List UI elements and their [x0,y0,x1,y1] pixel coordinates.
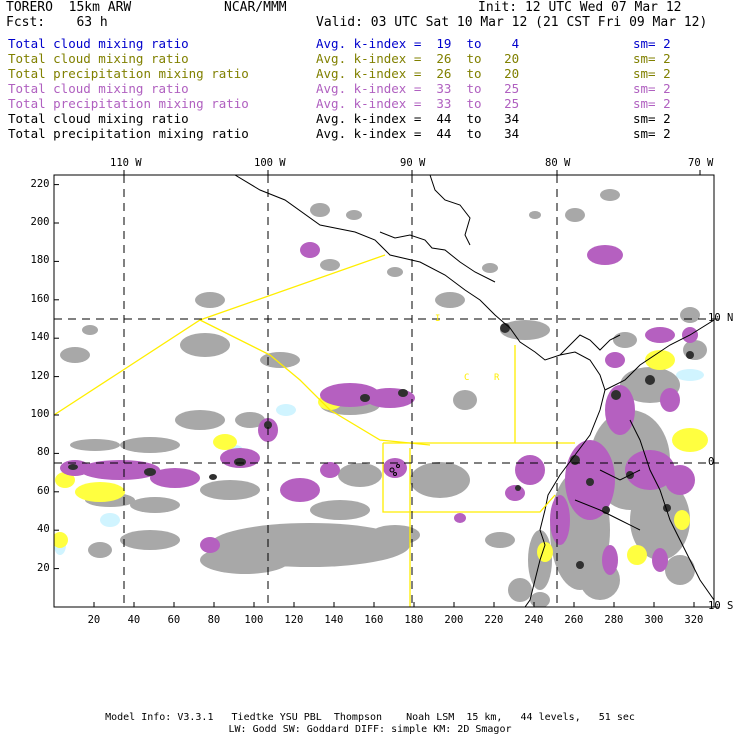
x-tick-label: 320 [684,614,704,626]
x-tick-label: 20 [87,614,101,626]
x-tick-label: 100 [244,614,264,626]
x-tick-label: 240 [524,614,544,626]
y-tick-label: 140 [30,331,50,344]
y-tick-label: 160 [30,292,50,305]
y-tick-label: 220 [30,177,50,190]
model-info-line1: Model Info: V3.3.1 Tiedtke YSU PBL Thomp… [105,712,635,723]
y-tick-label: 200 [30,216,50,228]
x-tick-label: 80 [207,614,221,626]
x-tick-label: 40 [127,614,141,626]
x-tick-label: 60 [167,614,181,626]
x-tick-label: 140 [324,614,344,626]
x-tick-label: 200 [444,614,464,626]
annotation-r: R [494,373,500,383]
lon-label-90w: 90 W [400,157,426,169]
y-tick-label: 80 [37,446,50,459]
top-lon-ticks [123,170,701,175]
lat-label-0: 0 [708,456,715,468]
x-tick-label: 160 [364,614,384,626]
lat-label-10s: 10 S [708,600,734,612]
lon-label-110w: 110 W [110,157,142,169]
x-tick-label: 260 [564,614,584,626]
y-tick-label: 40 [37,523,50,536]
y-tick-label: 120 [30,369,50,382]
y-tick-label: 180 [30,254,50,267]
x-tick-label: 220 [484,614,504,626]
x-tick-label: 180 [404,614,424,626]
lon-label-70w: 70 W [688,157,714,169]
right-lat-ticks [714,318,719,608]
lon-label-100w: 100 W [254,157,286,169]
y-tick-label: 60 [37,484,50,497]
annotation-c: C [464,373,470,383]
weather-map [53,170,719,608]
x-tick-label: 300 [644,614,664,626]
y-tick-label: 20 [37,561,50,574]
model-info-line2: LW: Godd SW: Goddard DIFF: simple KM: 2D… [228,724,512,735]
x-tick-label: 280 [604,614,624,626]
annotation-i: I [435,314,441,324]
lon-label-80w: 80 W [545,157,571,169]
lat-label-10n: 10 N [708,312,734,324]
x-tick-label: 120 [284,614,304,626]
y-tick-label: 100 [30,408,50,420]
